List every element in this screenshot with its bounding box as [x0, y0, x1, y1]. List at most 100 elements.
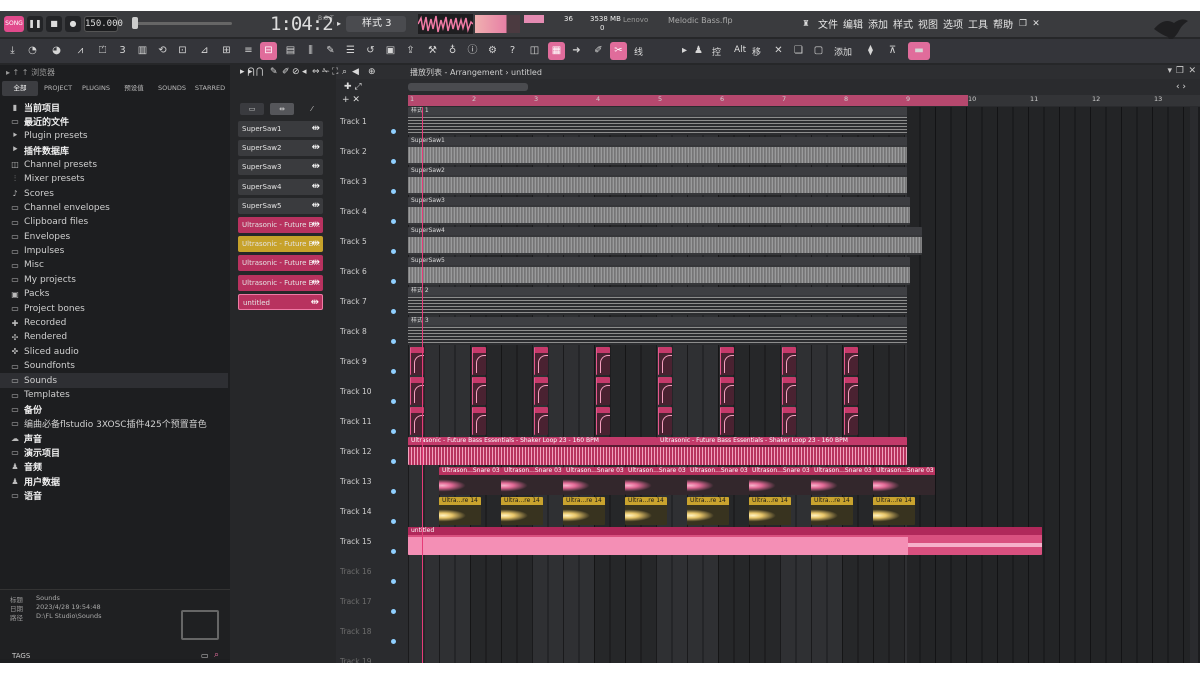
channel-button[interactable]: SuperSaw1 ⇹ — [238, 121, 323, 137]
pattern-selector[interactable]: 样式 3 — [346, 16, 406, 32]
track-mute-dot[interactable] — [391, 609, 396, 614]
track-label[interactable]: Track 3 — [340, 177, 367, 186]
filter-pattern-icon[interactable]: ▭ — [240, 103, 264, 115]
delete-icon[interactable]: ✕ — [770, 42, 787, 60]
track-label[interactable]: Track 16 — [340, 567, 372, 576]
browser-item[interactable]: ▮ 当前项目 — [10, 100, 228, 114]
tab-all[interactable]: 全部 — [2, 81, 38, 96]
clip-automation[interactable] — [720, 347, 734, 375]
paint-icon[interactable]: ✂ — [610, 42, 627, 60]
slip-tool-icon[interactable]: ⇔ — [312, 67, 320, 77]
browser-item[interactable]: ▭ Templates — [10, 388, 228, 402]
select-tool-icon[interactable]: ⛶ — [332, 67, 338, 77]
track-mute-dot[interactable] — [391, 639, 396, 644]
pl-menu-icon[interactable]: ▾ — [1167, 66, 1172, 76]
pencil-tool-icon[interactable]: ✎ — [270, 67, 278, 77]
clip-yellow-snare[interactable]: Ultra...re 14 — [625, 497, 667, 525]
paste-icon[interactable]: ▢ — [810, 42, 827, 60]
channel-button[interactable]: Ultrasonic - Future B... ⇹ — [238, 236, 323, 253]
track-mute-dot[interactable] — [391, 339, 396, 344]
browser-item[interactable]: ♪ Scores — [10, 186, 228, 200]
pl-restore-icon[interactable]: ❐ — [1176, 66, 1184, 76]
tools-icon[interactable]: ⚒ — [424, 42, 441, 60]
add-track-icon[interactable]: + ✕ — [342, 95, 360, 105]
clip-snare[interactable]: Ultrason...Snare 03 — [687, 467, 749, 495]
clip-shaker-loop[interactable]: Ultrasonic - Future Bass Essentials - Sh… — [657, 437, 907, 465]
piano-icon[interactable]: ▦ — [548, 42, 565, 60]
browser-item[interactable]: ✜ Sliced audio — [10, 345, 228, 359]
pitch-knob-icon[interactable]: ◕ — [48, 42, 65, 60]
tags-label[interactable]: TAGS — [12, 652, 30, 660]
channel-add-icon[interactable]: ⇹ — [312, 121, 320, 137]
filter-auto-icon[interactable]: ⁄ — [300, 103, 324, 115]
menu-patterns[interactable]: 样式 — [893, 16, 913, 31]
wait-icon[interactable]: ⏍ — [94, 42, 111, 60]
channel-add-icon[interactable]: ⇹ — [312, 198, 320, 214]
clip-automation[interactable] — [844, 407, 858, 435]
loop-region[interactable] — [408, 95, 968, 106]
menu-file[interactable]: 文件 — [818, 16, 838, 31]
clip-automation[interactable] — [658, 347, 672, 375]
browser-item[interactable]: ⯈ 插件数据库 — [10, 143, 228, 157]
marker-icon[interactable]: ⧫ — [862, 42, 879, 60]
menu-options[interactable]: 选项 — [943, 16, 963, 31]
settings-icon[interactable]: ⚙ — [484, 42, 501, 60]
track-label[interactable]: Track 8 — [340, 327, 367, 336]
pause-button[interactable]: ❚❚ — [27, 16, 43, 32]
browser-item[interactable]: ⯈ Plugin presets — [10, 129, 228, 143]
clip-automation[interactable] — [472, 407, 486, 435]
plugin-picker-icon[interactable]: ✎ — [322, 42, 339, 60]
browser-item[interactable]: ▭ 备份 — [10, 402, 228, 416]
stop-button[interactable]: ■ — [46, 16, 62, 32]
browser-item[interactable]: ▭ Misc — [10, 258, 228, 272]
track-mute-dot[interactable] — [391, 459, 396, 464]
channel-button[interactable]: Ultrasonic - Future B... ⇹ — [238, 274, 323, 291]
clip-supersaw2[interactable]: SuperSaw2 — [408, 167, 907, 195]
channel-button[interactable]: SuperSaw2 ⇹ — [238, 140, 323, 157]
close-icon[interactable]: ✕ — [1031, 19, 1041, 29]
browser-item[interactable]: ▭ Envelopes — [10, 230, 228, 244]
record-button[interactable]: ● — [65, 16, 81, 32]
clip-yellow-snare[interactable]: Ultra...re 14 — [873, 497, 915, 525]
channel-add-icon[interactable]: ⇹ — [312, 159, 320, 175]
browser-item[interactable]: ▭ 最近的文件 — [10, 114, 228, 128]
clip-automation[interactable] — [534, 347, 548, 375]
arrangement-icon[interactable]: ⊕ — [368, 67, 376, 77]
pl-close-icon[interactable]: ✕ — [1188, 66, 1196, 76]
track-label[interactable]: Track 10 — [340, 387, 372, 396]
restore-icon[interactable]: ❐ — [1018, 19, 1028, 29]
clip-snare[interactable]: Ultrason...Snare 03 — [625, 467, 687, 495]
track-label[interactable]: Track 4 — [340, 207, 367, 216]
clip-automation[interactable] — [658, 377, 672, 405]
countdown-icon[interactable]: 3 — [114, 42, 131, 60]
folder-add-icon[interactable] — [181, 610, 219, 640]
track-label[interactable]: Track 18 — [340, 627, 372, 636]
channel-button[interactable]: Ultrasonic - Future B... ⇹ — [238, 255, 323, 272]
channel-button[interactable]: SuperSaw5 ⇹ — [238, 197, 323, 214]
brush-tool-icon[interactable]: ✐ — [282, 67, 290, 77]
channel-button[interactable]: Ultrasonic - Future B... ⇹ — [238, 216, 323, 233]
track-label[interactable]: Track 12 — [340, 447, 372, 456]
clip-automation[interactable] — [534, 407, 548, 435]
overdub-icon[interactable]: ⟲ — [154, 42, 171, 60]
clip-automation[interactable] — [472, 377, 486, 405]
channel-add-icon[interactable]: ⇹ — [312, 179, 320, 195]
clip-yellow-snare[interactable]: Ultra...re 14 — [439, 497, 481, 525]
minimize-icon[interactable]: – — [1006, 19, 1016, 29]
track-mute-dot[interactable] — [391, 279, 396, 284]
track-mute-dot[interactable] — [391, 549, 396, 554]
clip-automation[interactable] — [596, 347, 610, 375]
clip-pattern-2[interactable]: 样式 2 — [408, 287, 907, 315]
track-mute-dot[interactable] — [391, 519, 396, 524]
clip-automation[interactable] — [658, 407, 672, 435]
track-mute-dot[interactable] — [391, 219, 396, 224]
clip-yellow-snare[interactable]: Ultra...re 14 — [501, 497, 543, 525]
filter-audio-icon[interactable]: ⇹ — [270, 103, 294, 115]
track-mute-dot[interactable] — [391, 489, 396, 494]
browser-item[interactable]: ✣ Rendered — [10, 330, 228, 344]
pencil-icon[interactable]: ✐ — [590, 42, 607, 60]
tab-project[interactable]: PROJECT — [40, 81, 76, 96]
clip-yellow-snare[interactable]: Ultra...re 14 — [749, 497, 791, 525]
delete-tool-icon[interactable]: ⊘ — [292, 67, 300, 77]
playlist-view-icon[interactable]: ≡ — [240, 42, 257, 60]
